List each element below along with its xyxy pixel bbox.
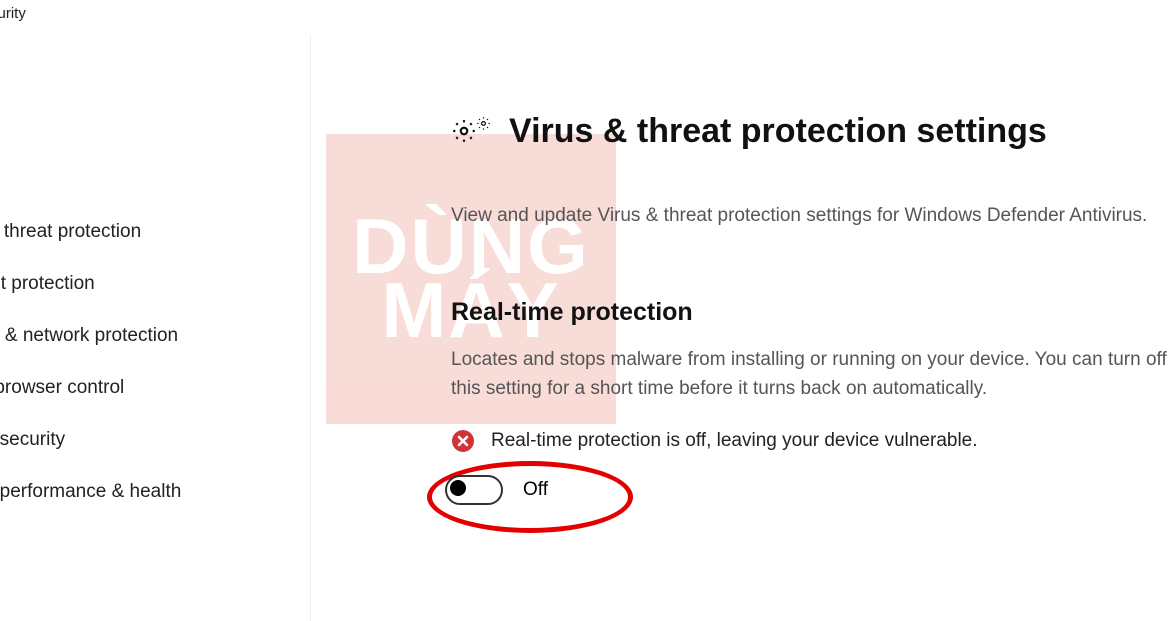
sidebar-item-device-security[interactable]: evice security	[0, 414, 310, 466]
realtime-protection-toggle[interactable]	[445, 475, 503, 505]
section-title-realtime: Real-time protection	[451, 298, 1174, 327]
main-content: DÙNG MÁY Viru	[311, 34, 1174, 621]
settings-gears-icon	[451, 118, 491, 144]
sidebar-item-device-performance[interactable]: evice performance & health	[0, 466, 310, 518]
page-title: Virus & threat protection settings	[509, 112, 1047, 151]
sidebar-item-app-browser[interactable]: pp & browser control	[0, 362, 310, 414]
sidebar-item-firewall[interactable]: rewall & network protection	[0, 310, 310, 362]
toggle-state-label: Off	[523, 479, 548, 501]
section-description-realtime: Locates and stops malware from installin…	[451, 346, 1171, 403]
status-text-realtime: Real-time protection is off, leaving you…	[491, 430, 978, 452]
sidebar-item-virus-threat[interactable]: irus & threat protection	[0, 206, 310, 258]
sidebar: ome irus & threat protection ccount prot…	[0, 34, 311, 621]
sidebar-item-account-protection[interactable]: ccount protection	[0, 258, 310, 310]
window-title: s Security	[0, 0, 1174, 34]
error-circle-icon	[451, 429, 475, 453]
page-subtitle: View and update Virus & threat protectio…	[451, 202, 1171, 231]
sidebar-item-home[interactable]: ome	[0, 154, 310, 206]
